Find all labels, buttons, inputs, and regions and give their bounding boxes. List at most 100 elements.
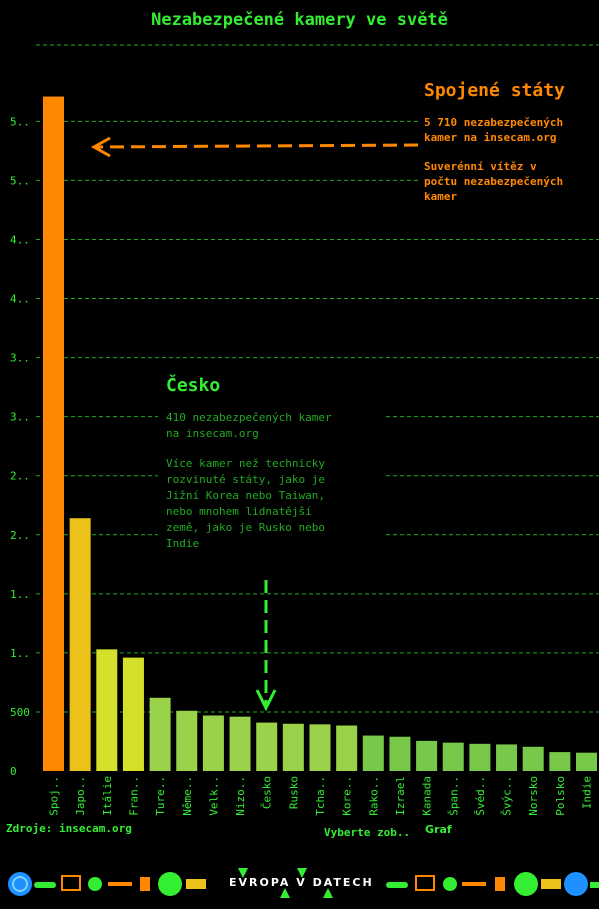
city-icon [186,879,206,889]
us-arrow [90,136,419,158]
annotation-cz-text2-line1: Více kamer než technicky [166,457,325,470]
annotation-cz-text1-line1: 410 nezabezpečených kamer [166,411,332,424]
annotation-us-heading: Spojené státy [424,80,565,101]
car-icon [34,882,56,888]
bar-13[interactable] [389,736,411,771]
x-tick-label: Ture.. [154,776,167,816]
annotation-cz-text1: 410 nezabezpečených kamer na insecam.org [166,410,378,442]
x-tick-label: Polsko [554,776,567,816]
x-tick-label: Švéd.. [474,776,487,816]
brand-logo: EVROPA V DATECH [229,876,374,889]
chart-title: Nezabezpečené kamery ve světě [151,10,448,30]
y-tick-label: 500 [10,706,30,719]
y-tick-label: 5.. [10,115,30,128]
x-tick-label: Izrael [394,776,407,816]
bar-8[interactable] [256,722,278,771]
annotation-cz-text2-line2: rozvinuté státy, jako je [166,473,325,486]
bar-6[interactable] [202,715,224,771]
x-axis-ticks: Spoj.. Japo.. Itálie Fran.. Ture.. Něme.. Velk… [48,776,594,816]
y-tick-label: 2.. [10,529,30,542]
annotation-us-text2: Suverénní vítěz v počtu nezabezpečených … [424,159,599,204]
car-icon-right [386,882,408,888]
x-tick-label: Švýc.. [501,776,514,816]
x-tick-label: Tcha.. [314,776,327,816]
x-tick-label: Fran.. [127,776,140,816]
fence-icon [108,882,132,886]
x-tick-label: Špan.. [447,776,460,816]
bar-4[interactable] [149,697,171,771]
annotation-cz-heading: Česko [166,375,221,396]
bar-19[interactable] [549,752,571,771]
bar-0[interactable] [43,96,64,772]
fence-icon-right [462,882,486,886]
x-tick-label: Japo.. [74,776,87,816]
source-note: Zdroje: insecam.org [6,822,132,835]
y-tick-label: 3.. [10,411,30,424]
y-tick-label: 4.. [10,293,30,306]
hill-icon-right [514,872,538,896]
bar-18[interactable] [522,746,544,771]
bar-10[interactable] [309,724,331,771]
y-tick-label: 1.. [10,647,30,660]
bench-icon [61,875,81,891]
x-tick-label: Kore.. [341,776,354,816]
x-tick-label: Rako.. [367,776,380,816]
x-tick-label: Itálie [101,776,114,816]
bar-14[interactable] [416,740,438,771]
bench-icon-right [415,875,435,891]
view-select-value[interactable]: Graf [425,823,452,836]
annotation-us-text1: 5 710 nezabezpečených kamer na insecam.o… [424,115,599,145]
view-select-label[interactable]: Vyberte zob.. [324,826,410,839]
annotation-us: Spojené státy 5 710 nezabezpečených kame… [418,80,599,208]
annotation-cz: Česko 410 nezabezpečených kamer na insec… [158,375,384,556]
bar-16[interactable] [469,743,491,771]
x-tick-label: Norsko [527,776,540,816]
building-icon-right [495,877,505,891]
y-tick-label: 0 [10,765,17,778]
y-tick-label: 5.. [10,174,30,187]
globe-icon [8,872,32,896]
annotation-us-text1-line2: kamer na insecam.org [424,131,557,144]
bar-1[interactable] [69,518,91,771]
bar-12[interactable] [362,735,384,771]
x-tick-label: Rusko [287,776,300,809]
y-tick-label: 4.. [10,233,30,246]
x-tick-label: Indie [581,776,594,809]
bar-17[interactable] [496,744,518,771]
y-tick-label: 3.. [10,352,30,365]
bar-3[interactable] [122,657,144,771]
annotation-cz-text2-line3: Jižní Korea nebo Taiwan, [166,489,325,502]
annotation-us-text2-line2: počtu nezabezpečených [424,175,564,188]
annotation-cz-text2-line5: země, jako je Rusko nebo [166,521,325,534]
annotation-cz-text1-line2: na insecam.org [166,427,259,440]
bar-20[interactable] [576,752,597,771]
annotation-us-text2-line1: Suverénní vítěz v [424,160,537,173]
x-tick-label: Nizo.. [234,776,247,816]
annotation-cz-text2-line4: nebo mnohem lidnatější [166,505,312,518]
y-tick-label: 1.. [10,588,30,601]
y-axis-ticks: 0 500 1.. 1.. 2.. 2.. 3.. 3.. 4.. 4.. 5.. 5.. [10,115,30,778]
gear-icon-right [443,877,457,891]
building-icon [140,877,150,891]
x-tick-label: Kanada [421,776,434,816]
bar-9[interactable] [282,723,304,771]
x-tick-label: Velk.. [207,776,220,816]
bar-2[interactable] [96,649,118,771]
bar-15[interactable] [442,742,464,771]
bar-11[interactable] [336,725,358,771]
x-tick-label: Spoj.. [48,776,61,816]
x-tick-label: Česko [261,776,274,809]
bar-7[interactable] [229,716,251,771]
city-icon-right [541,879,561,889]
y-tick-label: 2.. [10,470,30,483]
x-tick-label: Něme.. [181,776,194,816]
cz-arrow [255,580,277,712]
bar-5[interactable] [176,710,198,771]
globe-icon-right [564,872,588,896]
annotation-cz-text2-line6: Indie [166,537,200,550]
annotation-cz-text2: Více kamer než technicky rozvinuté státy… [166,456,378,552]
annotation-us-text2-line3: kamer [424,190,458,203]
hill-icon [158,872,182,896]
gear-icon [88,877,102,891]
annotation-us-text1-line1: 5 710 nezabezpečených [424,116,564,129]
